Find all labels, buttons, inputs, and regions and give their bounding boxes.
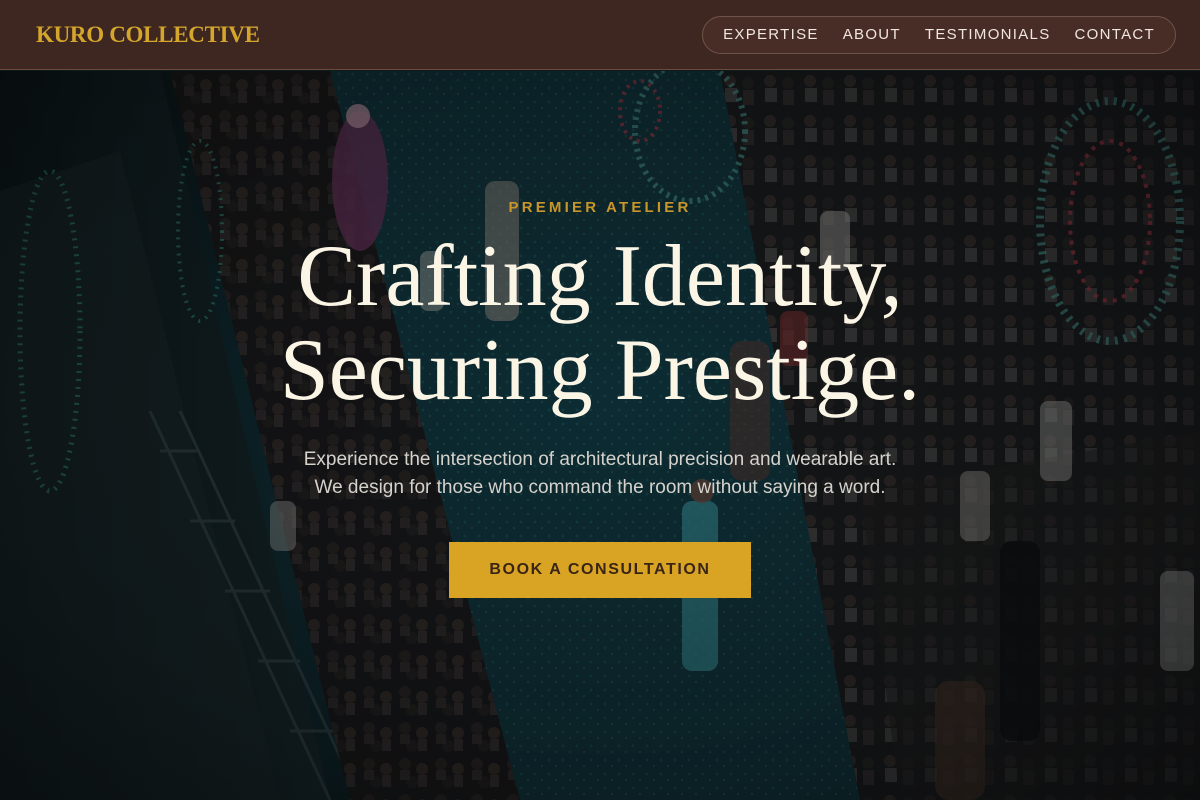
site-header: KURO COLLECTIVE EXPERTISE ABOUT TESTIMON… [0,0,1200,70]
main-nav: EXPERTISE ABOUT TESTIMONIALS CONTACT [702,15,1176,54]
nav-item-testimonials[interactable]: TESTIMONIALS [917,26,1059,43]
book-consultation-button[interactable]: BOOK A CONSULTATION [449,542,751,598]
hero-subtext: Experience the intersection of architect… [304,446,897,502]
hero-subtext-line2: We design for those who command the room… [314,477,886,498]
hero-headline-line1: Crafting Identity, [297,228,903,325]
hero-content: PREMIER ATELIER Crafting Identity, Secur… [0,71,1200,800]
nav-item-about[interactable]: ABOUT [835,26,909,43]
hero-headline: Crafting Identity, Securing Prestige. [280,230,920,418]
nav-item-expertise[interactable]: EXPERTISE [715,26,827,43]
nav-item-contact[interactable]: CONTACT [1067,26,1163,43]
hero-headline-line2: Securing Prestige. [279,322,921,419]
hero-subtext-line1: Experience the intersection of architect… [303,449,897,470]
hero-eyebrow: PREMIER ATELIER [508,199,692,216]
brand-logo[interactable]: KURO COLLECTIVE [36,22,260,48]
